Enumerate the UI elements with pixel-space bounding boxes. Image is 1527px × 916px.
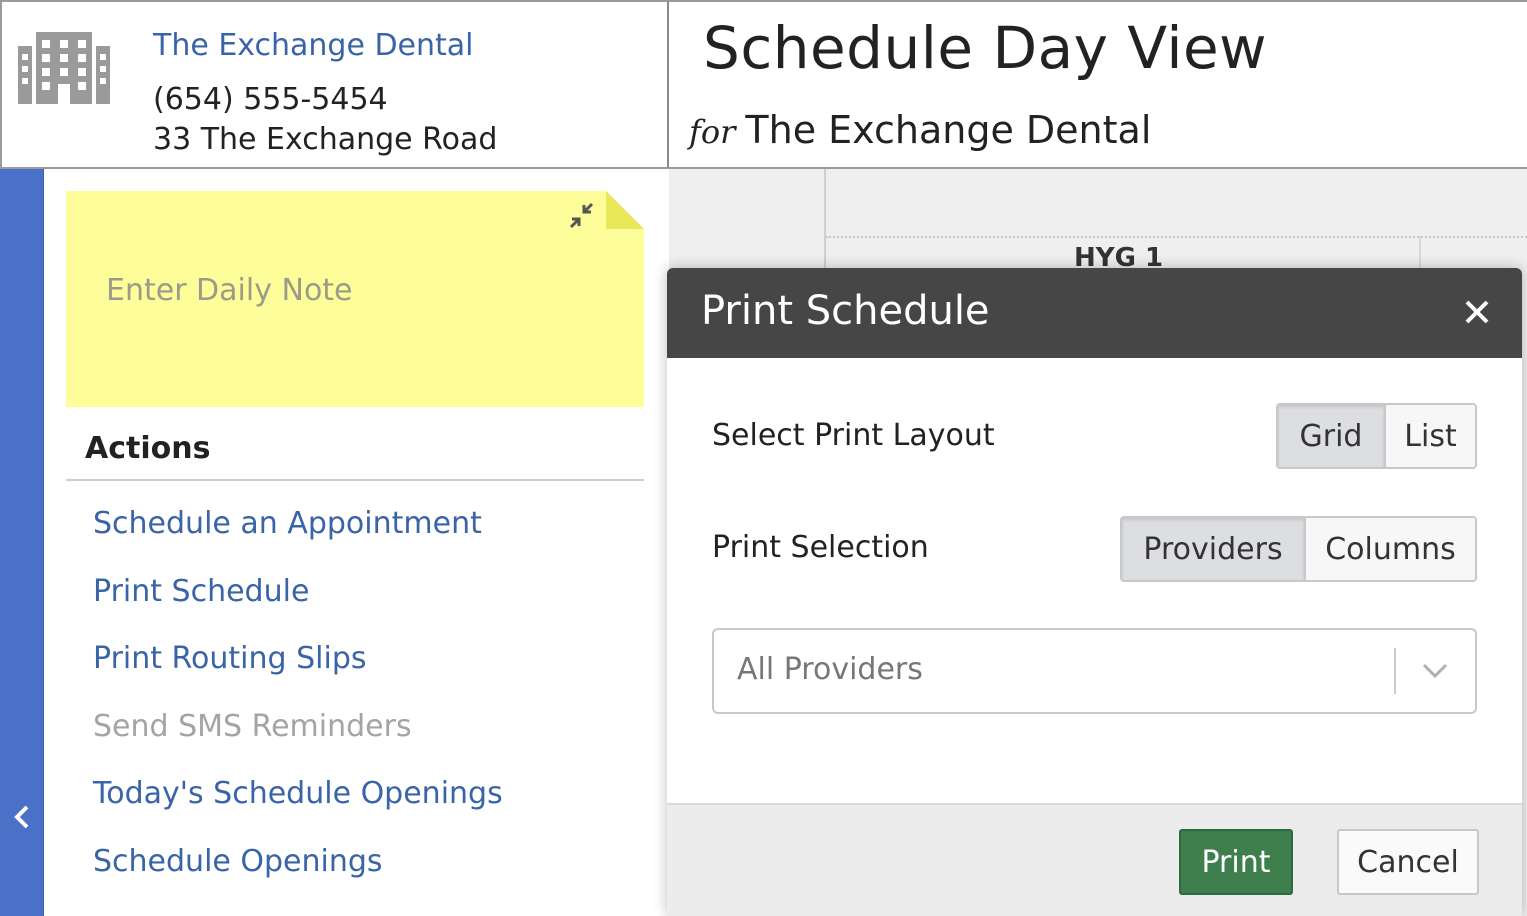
page-title: Schedule Day View <box>703 14 1268 82</box>
actions-sidebar: Enter Daily Note Actions Schedule an App… <box>45 169 667 916</box>
collapse-sidebar-button[interactable] <box>0 785 44 849</box>
divider <box>66 479 644 481</box>
office-info-card: The Exchange Dental (654) 555-5454 33 Th… <box>0 0 669 169</box>
action-schedule-openings[interactable]: Schedule Openings <box>93 844 383 879</box>
daily-note[interactable]: Enter Daily Note <box>66 191 644 407</box>
actions-heading: Actions <box>85 431 211 466</box>
office-address: 33 The Exchange Road <box>153 122 498 157</box>
close-button[interactable] <box>1455 290 1499 334</box>
action-schedule-appointment[interactable]: Schedule an Appointment <box>93 506 482 541</box>
cancel-button[interactable]: Cancel <box>1337 829 1479 895</box>
print-schedule-dialog: Print Schedule Select Print Layout Grid … <box>667 268 1522 916</box>
layout-grid-option[interactable]: Grid <box>1278 405 1384 467</box>
building-icon <box>18 32 110 104</box>
action-print-schedule[interactable]: Print Schedule <box>93 574 309 609</box>
layout-list-option[interactable]: List <box>1384 405 1475 467</box>
grid-row-line <box>826 236 1527 238</box>
print-layout-label: Select Print Layout <box>712 418 995 453</box>
compress-icon[interactable] <box>566 200 598 232</box>
print-layout-toggle: Grid List <box>1276 403 1477 469</box>
action-print-routing-slips[interactable]: Print Routing Slips <box>93 641 367 676</box>
daily-note-placeholder[interactable]: Enter Daily Note <box>106 273 353 308</box>
print-button[interactable]: Print <box>1179 829 1293 895</box>
action-send-sms-reminders: Send SMS Reminders <box>93 709 412 744</box>
select-separator <box>1394 648 1396 694</box>
chevron-left-icon <box>14 805 29 829</box>
dialog-title: Print Schedule <box>701 288 990 334</box>
office-phone: (654) 555-5454 <box>153 82 388 117</box>
subtitle-prefix: for <box>689 113 736 151</box>
selection-columns-option[interactable]: Columns <box>1304 518 1475 580</box>
subtitle-office-name: The Exchange Dental <box>745 108 1152 152</box>
sticky-note-fold <box>606 191 644 229</box>
page-subtitle: for The Exchange Dental <box>689 108 1151 152</box>
chevron-down-icon <box>1422 663 1448 679</box>
dialog-header: Print Schedule <box>667 268 1522 358</box>
print-selection-toggle: Providers Columns <box>1120 516 1477 582</box>
provider-select-value: All Providers <box>737 652 923 687</box>
close-icon <box>1465 300 1489 324</box>
page-header: Schedule Day View for The Exchange Dental <box>669 0 1527 169</box>
provider-select[interactable]: All Providers <box>712 628 1477 714</box>
selection-providers-option[interactable]: Providers <box>1122 518 1304 580</box>
grid-divider <box>824 169 826 269</box>
action-todays-schedule-openings[interactable]: Today's Schedule Openings <box>93 776 503 811</box>
dialog-footer: Print Cancel <box>667 803 1522 916</box>
office-name[interactable]: The Exchange Dental <box>153 28 474 63</box>
print-selection-label: Print Selection <box>712 530 929 565</box>
